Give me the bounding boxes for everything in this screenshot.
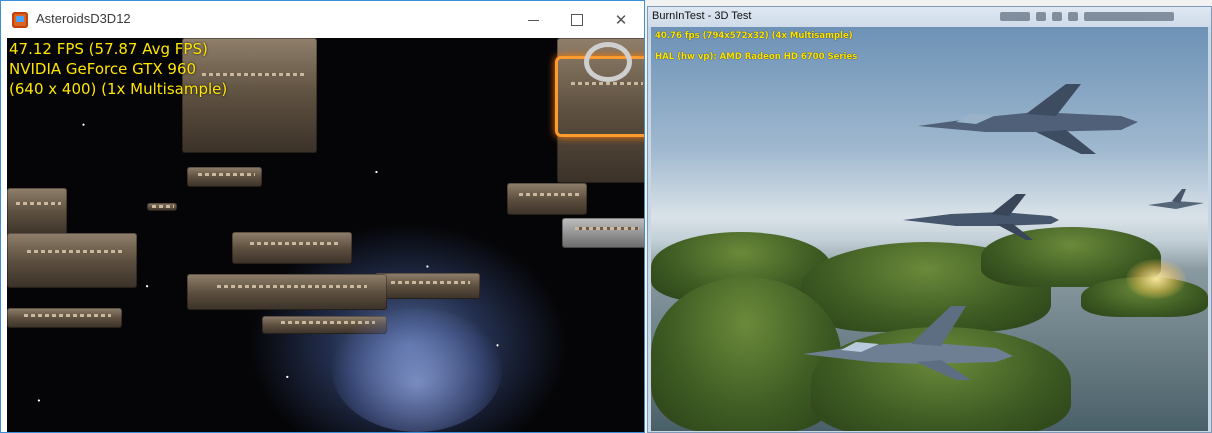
window-title: BurnInTest - 3D Test <box>652 10 752 22</box>
adapter-name: HAL (hw vp): AMD Radeon HD 6700 Series <box>655 52 858 62</box>
space-ship <box>7 308 122 328</box>
minimize-button[interactable] <box>510 1 556 38</box>
performance-overlay: 47.12 FPS (57.87 Avg FPS) NVIDIA GeForce… <box>9 39 227 99</box>
fps-readout: 47.12 FPS (57.87 Avg FPS) <box>9 40 208 58</box>
space-ship <box>375 273 480 299</box>
burnintest-window[interactable]: BurnInTest - 3D Test 40.76 fps (794x572x… <box>647 6 1212 433</box>
window-title: AsteroidsD3D12 <box>36 11 131 26</box>
space-ship <box>7 188 67 236</box>
close-button[interactable]: ✕ <box>598 1 644 38</box>
space-ship <box>562 218 644 248</box>
asteroids-titlebar[interactable]: AsteroidsD3D12 ✕ <box>1 1 644 38</box>
gpu-name: NVIDIA GeForce GTX 960 <box>9 60 197 78</box>
burnintest-titlebar[interactable]: BurnInTest - 3D Test <box>648 7 1211 27</box>
asteroids-window[interactable]: AsteroidsD3D12 ✕ 47.12 FPS (57.87 Avg FP… <box>0 0 645 433</box>
3d-test-render-viewport[interactable]: 40.76 fps (794x572x32) (4x Multisample) … <box>651 27 1208 431</box>
performance-overlay: 40.76 fps (794x572x32) (4x Multisample) … <box>655 31 857 73</box>
close-icon: ✕ <box>614 10 628 29</box>
minimize-icon <box>527 20 539 21</box>
space-ship <box>232 232 352 264</box>
fighter-jet <box>903 194 1059 240</box>
space-ship <box>187 167 262 187</box>
maximize-icon <box>571 13 583 26</box>
space-ship <box>187 274 387 310</box>
fps-readout: 40.76 fps (794x572x32) (4x Multisample) <box>655 31 853 41</box>
sun-reflection <box>1126 259 1186 299</box>
resolution-readout: (640 x 400) (1x Multisample) <box>9 80 228 98</box>
maximize-button[interactable] <box>554 1 600 38</box>
space-ship <box>147 203 177 211</box>
space-ship <box>507 183 587 215</box>
fighter-jet <box>918 84 1138 154</box>
hangar-ring <box>584 42 632 82</box>
app-icon <box>12 12 28 28</box>
space-ship <box>7 233 137 288</box>
fighter-jet <box>1148 189 1204 209</box>
asteroids-render-viewport[interactable]: 47.12 FPS (57.87 Avg FPS) NVIDIA GeForce… <box>7 38 644 432</box>
background-toolbar <box>1000 10 1205 23</box>
fighter-jet <box>803 306 1013 380</box>
nebula-cloud <box>332 308 502 432</box>
